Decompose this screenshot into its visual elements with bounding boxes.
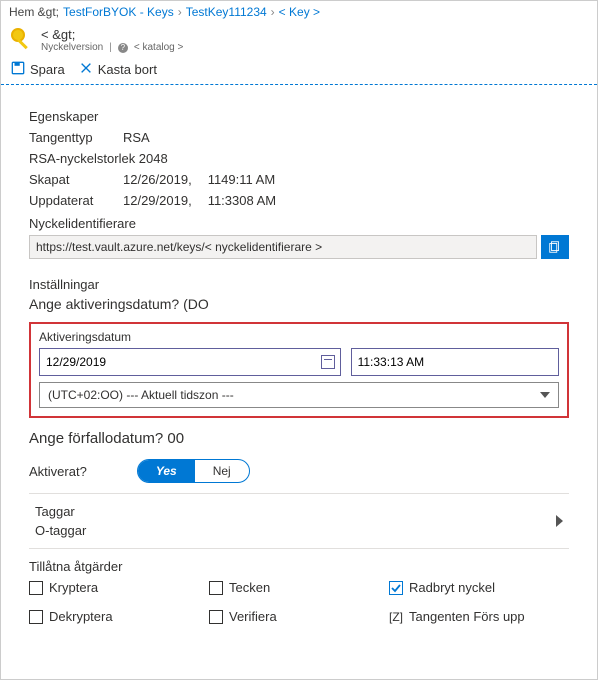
created-label: Skapat xyxy=(29,172,107,187)
updated-time: 11:3308 AM xyxy=(208,193,276,208)
chevron-right-icon: › xyxy=(178,5,182,19)
breadcrumb-item-vault[interactable]: TestForBYOK - Keys xyxy=(63,5,174,19)
save-button[interactable]: Spara xyxy=(11,61,65,78)
updated-date: 12/29/2019, xyxy=(123,193,192,208)
page-subtitle: Nyckelversion xyxy=(41,42,103,53)
breadcrumb-item-version[interactable]: < Key > xyxy=(279,5,320,19)
save-icon xyxy=(11,61,25,78)
verify-checkbox[interactable]: Verifiera xyxy=(209,609,389,624)
set-activation-date-label: Ange aktiveringsdatum? (DO xyxy=(29,296,569,312)
activation-date-group: Aktiveringsdatum (UTC+02:OO) --- Aktuell… xyxy=(29,322,569,418)
enabled-toggle[interactable]: Yes Nej xyxy=(137,459,250,483)
tags-row[interactable]: Taggar O-taggar xyxy=(29,494,569,549)
unwrap-key-checkbox[interactable]: [Z] Tangenten Förs upp xyxy=(389,609,569,624)
breadcrumb: Hem &gt; TestForBYOK - Keys › TestKey111… xyxy=(1,1,597,23)
checkbox-checked-icon xyxy=(389,581,403,595)
key-icon xyxy=(11,28,33,52)
decrypt-checkbox[interactable]: Dekryptera xyxy=(29,609,209,624)
z-icon: [Z] xyxy=(389,610,403,624)
breadcrumb-item-key[interactable]: TestKey111234 xyxy=(186,5,267,19)
wrap-key-checkbox[interactable]: Radbryt nyckel xyxy=(389,580,569,595)
page-title: < &gt; xyxy=(41,27,183,42)
encrypt-label: Kryptera xyxy=(49,580,98,595)
copy-icon xyxy=(548,240,562,254)
enabled-yes[interactable]: Yes xyxy=(138,460,195,482)
wrap-key-label: Radbryt nyckel xyxy=(409,580,495,595)
checkbox-icon xyxy=(209,581,223,595)
settings-heading: Inställningar xyxy=(29,277,569,292)
discard-label: Kasta bort xyxy=(98,62,157,77)
breadcrumb-home: Hem &gt; xyxy=(9,5,59,19)
key-identifier-input[interactable] xyxy=(29,235,537,259)
copy-button[interactable] xyxy=(541,235,569,259)
tags-value: O-taggar xyxy=(35,523,86,538)
updated-label: Uppdaterat xyxy=(29,193,107,208)
key-type-label: Tangenttyp xyxy=(29,130,107,145)
timezone-select[interactable]: (UTC+02:OO) --- Aktuell tidszon --- xyxy=(39,382,559,408)
tags-label: Taggar xyxy=(35,504,86,519)
key-identifier-label: Nyckelidentifierare xyxy=(29,216,569,231)
key-type-value: RSA xyxy=(123,130,150,145)
activation-date-input[interactable] xyxy=(39,348,341,376)
unwrap-key-label: Tangenten Förs upp xyxy=(409,609,525,624)
enabled-label: Aktiverat? xyxy=(29,464,87,479)
rsa-size-value: RSA-nyckelstorlek 2048 xyxy=(29,151,168,166)
verify-label: Verifiera xyxy=(229,609,277,624)
close-icon xyxy=(79,61,93,78)
properties-heading: Egenskaper xyxy=(29,109,569,124)
encrypt-checkbox[interactable]: Kryptera xyxy=(29,580,209,595)
sign-checkbox[interactable]: Tecken xyxy=(209,580,389,595)
activation-time-input[interactable] xyxy=(351,348,559,376)
discard-button[interactable]: Kasta bort xyxy=(79,61,157,78)
calendar-icon[interactable] xyxy=(321,355,335,369)
created-time: 1149:11 AM xyxy=(208,172,275,187)
chevron-right-icon: › xyxy=(271,5,275,19)
save-label: Spara xyxy=(30,62,65,77)
catalog-label: < katalog > xyxy=(134,42,183,53)
decrypt-label: Dekryptera xyxy=(49,609,113,624)
set-expiration-date-label: Ange förfallodatum? 00 xyxy=(29,430,569,447)
checkbox-icon xyxy=(209,610,223,624)
checkbox-icon xyxy=(29,581,43,595)
timezone-value: (UTC+02:OO) --- Aktuell tidszon --- xyxy=(48,388,234,402)
chevron-right-icon xyxy=(556,515,563,527)
chevron-down-icon xyxy=(540,392,550,398)
sign-label: Tecken xyxy=(229,580,270,595)
created-date: 12/26/2019, xyxy=(123,172,192,187)
info-icon[interactable]: ? xyxy=(118,43,128,53)
enabled-no[interactable]: Nej xyxy=(195,460,249,482)
checkbox-icon xyxy=(29,610,43,624)
permitted-operations-heading: Tillåtna åtgärder xyxy=(29,559,569,574)
activation-date-label: Aktiveringsdatum xyxy=(39,330,559,344)
